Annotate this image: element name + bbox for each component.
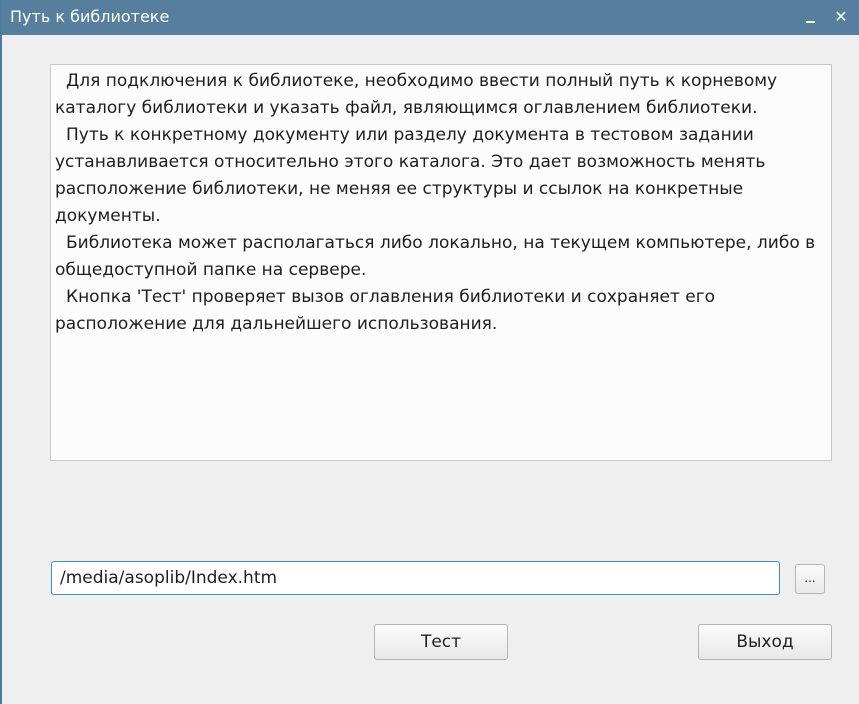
browse-button[interactable]: ... [795, 564, 825, 594]
minimize-icon [805, 20, 815, 23]
test-button[interactable]: Тест [374, 624, 508, 660]
close-button[interactable]: ✕ [831, 6, 851, 28]
titlebar[interactable]: Путь к библиотеке ✕ [2, 0, 859, 35]
exit-button[interactable]: Выход [698, 624, 832, 660]
description-textbox[interactable]: Для подключения к библиотеке, необходимо… [50, 64, 832, 461]
library-path-dialog: Путь к библиотеке ✕ Для подключения к би… [0, 0, 859, 704]
window-title: Путь к библиотеке [10, 7, 170, 26]
minimize-button[interactable] [800, 6, 820, 28]
description-paragraph: Путь к конкретному документу или разделу… [55, 125, 766, 226]
library-path-input[interactable] [51, 561, 780, 595]
description-paragraph: Кнопка 'Тест' проверяет вызов оглавления… [55, 287, 716, 334]
description-paragraph: Для подключения к библиотеке, необходимо… [55, 71, 778, 118]
description-paragraph: Библиотека может располагаться либо лока… [55, 233, 816, 280]
close-icon: ✕ [834, 7, 848, 26]
